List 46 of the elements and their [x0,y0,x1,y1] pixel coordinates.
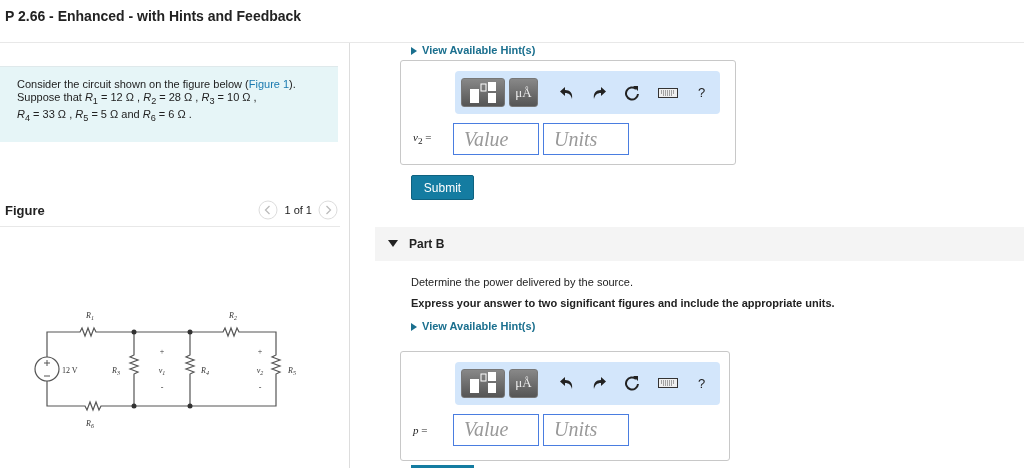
value-field[interactable]: Value [453,123,539,155]
page-title: P 2.66 - Enhanced - with Hints and Feedback [5,8,302,24]
part-header[interactable]: Part B [375,227,1024,261]
figure-link[interactable]: Figure 1 [248,78,290,90]
resistor-label: R$_{4}$ [201,366,209,377]
expand-icon [411,46,417,55]
keyboard-icon[interactable] [658,378,678,388]
expand-icon [411,322,417,331]
units-field[interactable]: Units [543,413,629,446]
resistor-label: R$_{3}$ [112,366,120,377]
units-button[interactable]: μÅ [509,78,538,107]
plus-sign: + [257,347,263,357]
help-button[interactable]: ? [698,375,706,391]
instruction-text: Express your answer to two significant figures and include the appropriate units. [411,297,836,309]
question-text: Determine the power delivered by the source. [411,276,634,288]
plus-sign: + [159,347,165,357]
minus-sign: - [160,383,164,393]
resistor-label: R$_{2}$ [229,311,237,322]
problem-text: Consider the circuit shown on the figure below (Figure 1). Suppose that R$_{1}$ = 12 Ω , R$_{2}$ = 28 Ω , R$_{3}$ = 10 Ω , R$_{4}$ = 33 Ω , R$_{5}$ = 5 Ω and R$_{6}$ = 6 Ω . [0,66,338,143]
source-label: 12 V [62,366,78,376]
undo-icon[interactable] [560,86,574,99]
value-field[interactable]: Value [453,413,539,446]
undo-icon[interactable] [560,377,574,389]
variable-label: v$_{2}$ = [413,131,433,147]
minus-sign: - [258,383,262,393]
hints-link[interactable]: View Available Hint(s) [411,44,536,57]
variable-label: p = [413,423,429,436]
units-field[interactable]: Units [543,123,629,155]
units-button[interactable]: μÅ [509,368,538,398]
help-button[interactable]: ? [698,85,706,100]
resistor-label: R$_{5}$ [288,366,296,377]
voltage-label: v$_{1}$ [158,366,166,377]
page-counter: 1 of 1 [284,204,312,217]
figure-heading: Figure [5,202,45,218]
templates-button[interactable] [461,368,505,398]
redo-icon[interactable] [592,377,606,389]
keyboard-icon[interactable] [658,87,678,98]
reset-icon[interactable] [624,84,640,101]
submit-button[interactable]: Submit [411,175,474,200]
reset-icon[interactable] [624,375,640,391]
resistor-label: R$_{1}$ [86,311,94,322]
voltage-label: v$_{2}$ [256,366,264,377]
redo-icon[interactable] [592,86,606,99]
hints-link[interactable]: View Available Hint(s) [411,320,536,333]
templates-button[interactable] [461,78,505,107]
resistor-label: R$_{6}$ [86,419,94,430]
